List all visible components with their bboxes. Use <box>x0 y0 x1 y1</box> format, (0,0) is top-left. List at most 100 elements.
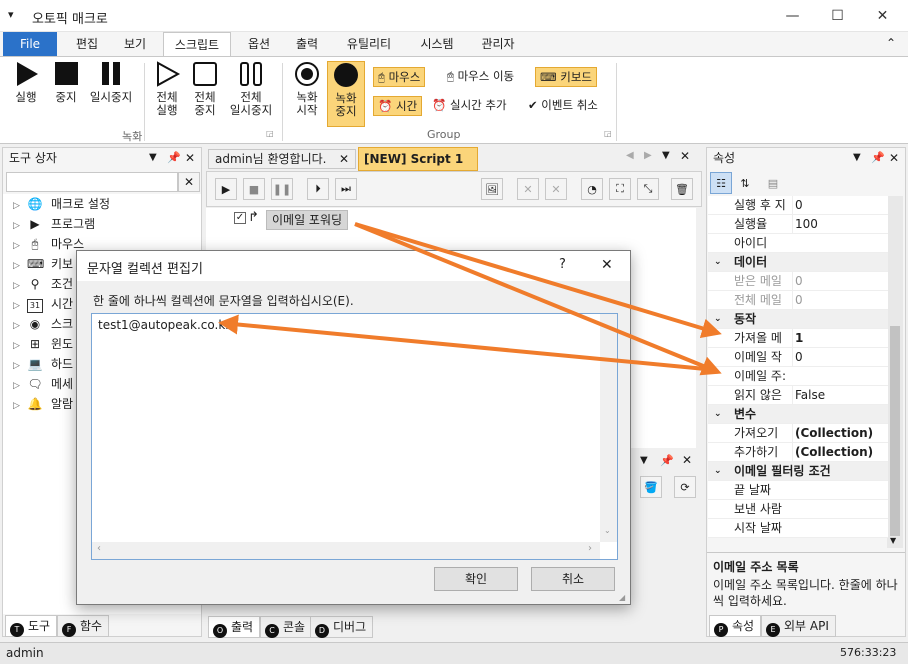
close-icon[interactable]: ✕ <box>680 149 690 163</box>
expand-icon[interactable]: ▷ <box>13 256 27 276</box>
scroll-right-icon[interactable]: ▶ <box>644 150 652 161</box>
tab-script-1[interactable]: [NEW] Script 1 <box>358 147 478 171</box>
pin-icon[interactable]: 📌 <box>660 454 674 467</box>
minimize-button[interactable]: — <box>770 0 815 32</box>
tab-edit[interactable]: 편집 <box>66 32 108 56</box>
image-icon[interactable]: 🖼 <box>481 178 503 200</box>
dropdown-icon[interactable]: ▼ <box>640 455 648 466</box>
dropdown-icon[interactable]: ▼ <box>662 150 670 161</box>
expand-icon[interactable]: ▷ <box>13 396 27 416</box>
tree-item-hardware[interactable]: ▷ 💻 하드 <box>13 354 73 374</box>
close-icon[interactable]: ✕ <box>889 148 899 168</box>
tab-external-api[interactable]: E 외부 API <box>761 615 836 637</box>
property-value[interactable]: 0 <box>792 272 888 291</box>
tab-options[interactable]: 옵션 <box>238 32 280 56</box>
tab-system[interactable]: 시스템 <box>410 32 464 56</box>
refresh-icon[interactable]: ⟳ <box>674 476 696 498</box>
maximize-button[interactable]: ☐ <box>815 0 860 32</box>
tab-functions[interactable]: F 함수 <box>57 615 110 637</box>
record-start-button[interactable]: 녹화 시작 <box>288 61 326 117</box>
property-row[interactable]: 보낸 사람 <box>708 500 888 519</box>
clock-icon[interactable]: ◔ <box>581 178 603 200</box>
scroll-down-icon[interactable]: ⌄ <box>604 526 611 535</box>
record-stop-button[interactable]: 녹화 중지 <box>327 61 365 127</box>
realtime-add-toggle[interactable]: ⏰ 실시간 추가 <box>428 96 511 116</box>
dropdown-icon[interactable]: ▼ <box>853 148 861 168</box>
tree-item-mouse[interactable]: ▷ 🖰 마우스 <box>13 234 84 254</box>
scroll-down-icon[interactable]: ▼ <box>890 536 896 545</box>
tree-item-keyboard[interactable]: ▷ ⌨ 키보 <box>13 254 73 274</box>
property-value[interactable]: (Collection) <box>792 443 888 462</box>
run-script-icon[interactable]: ▶ <box>215 178 237 200</box>
property-row[interactable]: 추가하기 (Collection) <box>708 443 888 462</box>
stop-all-button[interactable]: 전체 중지 <box>186 61 224 117</box>
tree-item-screen[interactable]: ▷ ◉ 스크 <box>13 314 73 334</box>
tree-item-condition[interactable]: ▷ ⚲ 조건 <box>13 274 73 294</box>
tab-script[interactable]: 스크립트 <box>163 32 231 56</box>
scroll-right-icon[interactable]: › <box>588 543 592 554</box>
collapse-chevron-icon[interactable]: ⌄ <box>714 310 722 329</box>
property-row[interactable]: 아이디 <box>708 234 888 253</box>
resize-grip-icon[interactable]: ◢ <box>619 593 625 602</box>
collapse-chevron-icon[interactable]: ⌄ <box>714 405 722 424</box>
property-value[interactable]: 100 <box>792 215 888 234</box>
tab-debug[interactable]: D 디버그 <box>310 616 374 638</box>
tab-utility[interactable]: 유틸리티 <box>336 32 402 56</box>
tree-item-macro-settings[interactable]: ▷ 🌐 매크로 설정 <box>13 194 110 214</box>
collapse-ribbon-icon[interactable]: ⌃ <box>886 36 896 50</box>
tab-properties[interactable]: P 속성 <box>709 615 762 637</box>
expand-icon[interactable]: ⛶ <box>609 178 631 200</box>
close-button[interactable]: ✕ <box>860 0 905 32</box>
step-run-all-icon[interactable]: ⏭ <box>335 178 357 200</box>
group-launcher-icon[interactable]: ◲ <box>604 129 612 138</box>
close-icon[interactable]: ✕ <box>682 453 692 467</box>
mouse-toggle[interactable]: 🖰 마우스 <box>373 67 426 87</box>
expand-icon[interactable]: ▷ <box>13 356 27 376</box>
property-row[interactable]: 시작 날짜 <box>708 519 888 538</box>
property-row[interactable]: 이메일 주: <box>708 367 888 386</box>
tab-output[interactable]: 출력 <box>286 32 328 56</box>
expand-icon[interactable]: ▷ <box>13 336 27 356</box>
expand-icon[interactable]: ▷ <box>13 296 27 316</box>
property-value[interactable]: False <box>792 386 888 405</box>
time-toggle[interactable]: ⏰ 시간 <box>373 96 423 116</box>
pause-button[interactable]: 일시중지 <box>86 61 136 104</box>
property-row[interactable]: 이메일 작 0 <box>708 348 888 367</box>
expand-icon[interactable]: ▷ <box>13 376 27 396</box>
remove-all-icon[interactable]: ✕ <box>545 178 567 200</box>
collapse-chevron-icon[interactable]: ⌄ <box>714 253 722 272</box>
help-button[interactable]: ? <box>559 257 566 272</box>
property-row[interactable]: 실행율 100 <box>708 215 888 234</box>
keyboard-toggle[interactable]: ⌨ 키보드 <box>535 67 598 87</box>
property-value[interactable]: 0 <box>792 291 888 310</box>
remove-icon[interactable]: ✕ <box>517 178 539 200</box>
tree-item-windows[interactable]: ▷ ⊞ 윈도 <box>13 334 73 354</box>
scroll-left-icon[interactable]: ‹ <box>97 543 101 554</box>
expand-icon[interactable]: ▷ <box>13 196 27 216</box>
property-row[interactable]: 전체 메일 0 <box>708 291 888 310</box>
pin-icon[interactable]: 📌 <box>871 148 885 168</box>
property-row[interactable]: 받은 메일 0 <box>708 272 888 291</box>
close-icon[interactable]: ✕ <box>185 148 195 168</box>
close-tab-icon[interactable]: ✕ <box>339 150 349 168</box>
collapse-chevron-icon[interactable]: ⌄ <box>714 462 722 481</box>
strings-textarea[interactable]: test1@autopeak.co.kr ⌄ ‹ › <box>91 313 618 560</box>
property-category[interactable]: ⌄ 데이터 <box>708 253 888 272</box>
tab-view[interactable]: 보기 <box>114 32 156 56</box>
property-value[interactable]: 0 <box>792 348 888 367</box>
textarea-hscroll[interactable]: ‹ › <box>92 542 600 559</box>
pause-script-icon[interactable]: ❚❚ <box>271 178 293 200</box>
sort-alpha-icon[interactable]: ⇅ <box>734 172 756 194</box>
categorized-icon[interactable]: ☷ <box>710 172 732 194</box>
event-cancel-toggle[interactable]: ✔ 이벤트 취소 <box>524 96 602 116</box>
tree-item-time[interactable]: ▷ 31 시간 <box>13 294 73 314</box>
tab-tools[interactable]: T 도구 <box>5 615 58 637</box>
tab-file[interactable]: File <box>3 32 57 56</box>
property-row[interactable]: 읽지 않은 False <box>708 386 888 405</box>
properties-scrollbar[interactable]: ▼ <box>887 196 903 548</box>
tree-item-alarm[interactable]: ▷ 🔔 알람 <box>13 394 73 414</box>
run-button[interactable]: 실행 <box>8 61 44 104</box>
scrollbar-thumb[interactable] <box>890 326 900 536</box>
stop-script-icon[interactable]: ■ <box>243 178 265 200</box>
node-checkbox[interactable]: ✓ <box>234 212 246 224</box>
